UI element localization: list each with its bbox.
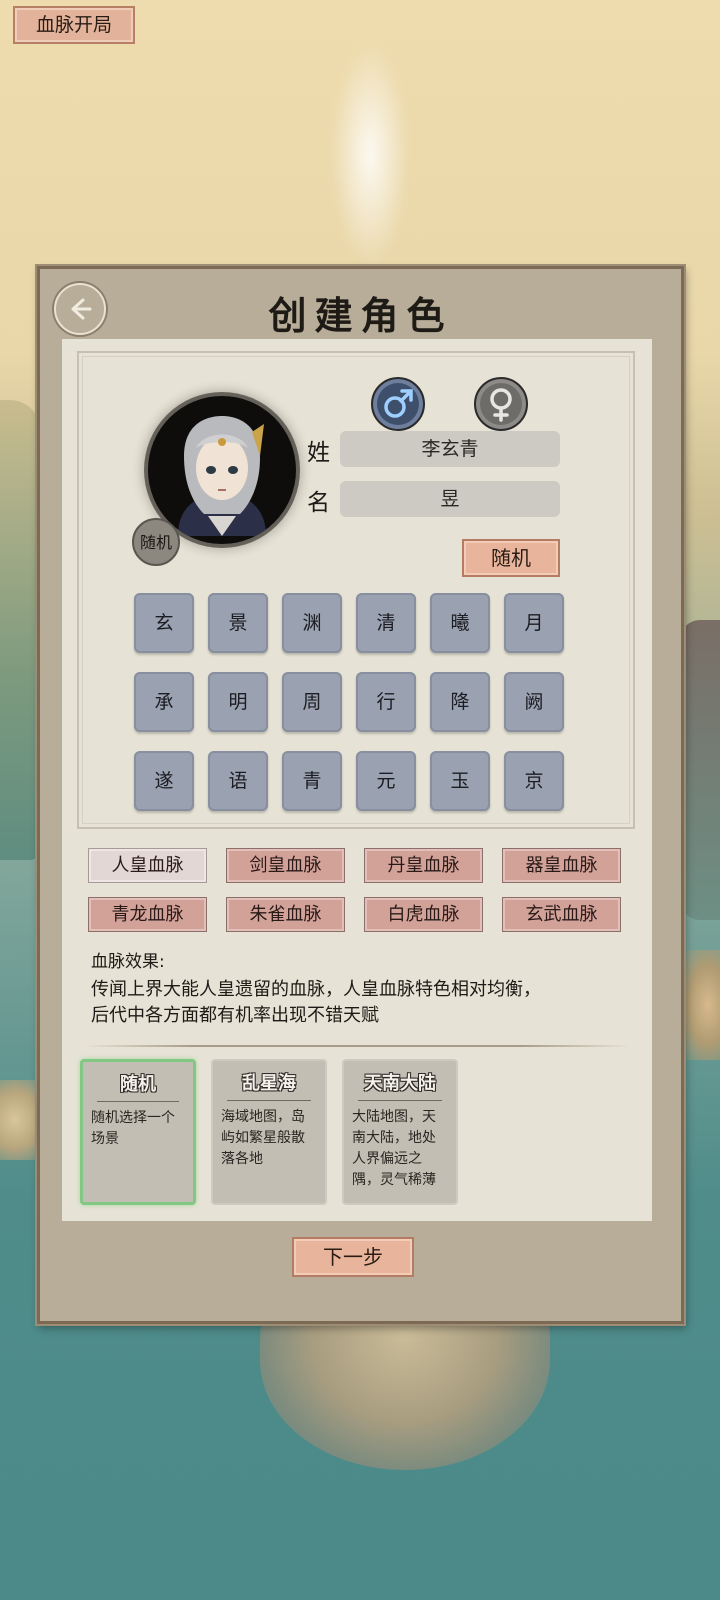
given-name-field[interactable]: 昱	[340, 481, 560, 517]
shore-right-decoration	[680, 950, 720, 1060]
scene-title: 随机	[120, 1074, 156, 1095]
name-character-grid: 玄 景 渊 清 曦 月 承 明 周 行 降 阙 遂 语 青 元 玉 京	[134, 593, 564, 811]
scene-card-chaos-star-sea[interactable]: 乱星海 海域地图，岛屿如繁星般散落各地	[211, 1059, 327, 1205]
character-tile[interactable]: 月	[504, 593, 564, 653]
male-gender-button[interactable]	[371, 377, 425, 431]
character-tile[interactable]: 明	[208, 672, 268, 732]
scene-card-random[interactable]: 随机 随机选择一个场景	[80, 1059, 196, 1205]
character-tile[interactable]: 周	[282, 672, 342, 732]
character-tile[interactable]: 玉	[430, 751, 490, 811]
character-tile[interactable]: 语	[208, 751, 268, 811]
surname-label: 姓	[307, 440, 330, 466]
female-gender-button[interactable]	[474, 377, 528, 431]
character-tile[interactable]: 玄	[134, 593, 194, 653]
character-tile[interactable]: 降	[430, 672, 490, 732]
divider	[84, 1045, 630, 1047]
scene-divider	[227, 1100, 311, 1101]
character-tile[interactable]: 清	[356, 593, 416, 653]
bloodline-human-emperor-button[interactable]: 人皇血脉	[88, 848, 207, 883]
scene-card-tiannan-continent[interactable]: 天南大陆 大陆地图，天南大陆，地处人界偏远之隅，灵气稀薄	[342, 1059, 458, 1205]
panel-content: 随机 姓 李玄青 名 昱 随机 玄 景 渊 清 曦 月 承 明 周 行 降 阙 …	[62, 339, 652, 1221]
bloodline-sword-emperor-button[interactable]: 剑皇血脉	[226, 848, 345, 883]
surname-field[interactable]: 李玄青	[340, 431, 560, 467]
character-tile[interactable]: 行	[356, 672, 416, 732]
bloodline-options: 人皇血脉 剑皇血脉 丹皇血脉 器皇血脉 青龙血脉 朱雀血脉 白虎血脉 玄武血脉	[88, 848, 622, 932]
scene-description: 随机选择一个场景	[91, 1110, 175, 1147]
cliff-left-decoration	[0, 400, 40, 860]
name-section: 随机 姓 李玄青 名 昱 随机 玄 景 渊 清 曦 月 承 明 周 行 降 阙 …	[77, 351, 635, 829]
scene-description: 大陆地图，天南大陆，地处人界偏远之隅，灵气稀薄	[352, 1109, 436, 1188]
cliff-right-decoration	[680, 620, 720, 920]
avatar-random-badge[interactable]: 随机	[132, 518, 180, 566]
scene-title: 天南大陆	[364, 1073, 436, 1094]
scene-divider	[358, 1100, 442, 1101]
given-name-label: 名	[307, 490, 330, 516]
page-title: 创建角色	[268, 293, 453, 338]
female-icon	[490, 388, 512, 422]
character-tile[interactable]: 遂	[134, 751, 194, 811]
character-tile[interactable]: 景	[208, 593, 268, 653]
character-tile[interactable]: 京	[504, 751, 564, 811]
bloodline-black-tortoise-button[interactable]: 玄武血脉	[502, 897, 621, 932]
smoke-decoration	[330, 40, 410, 270]
scene-description: 海域地图，岛屿如繁星般散落各地	[221, 1109, 305, 1167]
bloodline-start-tag[interactable]: 血脉开局	[13, 6, 135, 44]
character-tile[interactable]: 渊	[282, 593, 342, 653]
create-character-panel: 创建角色 随机 姓 李玄青 名 昱 随机 玄 景 渊 清 曦 月 承 明 周 行…	[37, 266, 684, 1324]
bloodline-effect-text: 传闻上界大能人皇遗留的血脉，人皇血脉特色相对均衡，后代中各方面都有机率出现不错天…	[91, 979, 541, 1026]
bloodline-pill-emperor-button[interactable]: 丹皇血脉	[364, 848, 483, 883]
character-tile[interactable]: 曦	[430, 593, 490, 653]
bloodline-vermilion-bird-button[interactable]: 朱雀血脉	[226, 897, 345, 932]
random-name-button[interactable]: 随机	[462, 539, 560, 577]
scene-title: 乱星海	[242, 1073, 296, 1094]
character-tile[interactable]: 元	[356, 751, 416, 811]
bloodline-effect-label: 血脉效果:	[91, 952, 165, 972]
next-step-button[interactable]: 下一步	[292, 1237, 414, 1277]
bloodline-artifact-emperor-button[interactable]: 器皇血脉	[502, 848, 621, 883]
character-tile[interactable]: 承	[134, 672, 194, 732]
male-icon	[384, 389, 413, 418]
scene-divider	[97, 1101, 179, 1102]
character-tile[interactable]: 阙	[504, 672, 564, 732]
bloodline-white-tiger-button[interactable]: 白虎血脉	[364, 897, 483, 932]
character-tile[interactable]: 青	[282, 751, 342, 811]
bloodline-azure-dragon-button[interactable]: 青龙血脉	[88, 897, 207, 932]
